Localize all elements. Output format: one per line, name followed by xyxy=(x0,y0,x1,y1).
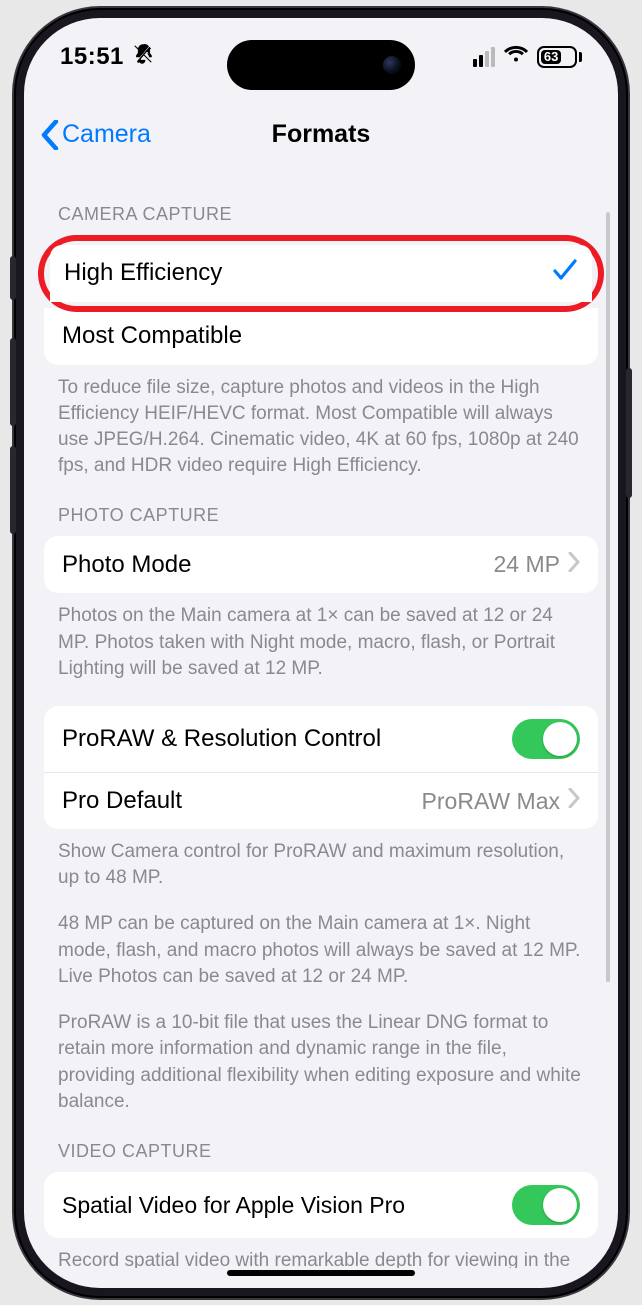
row-label: High Efficiency xyxy=(64,259,552,287)
row-label: Pro Default xyxy=(62,787,422,815)
chevron-right-icon xyxy=(568,551,580,579)
footer-proraw-3: ProRAW is a 10-bit file that uses the Li… xyxy=(24,996,618,1121)
front-camera-icon xyxy=(383,56,401,74)
side-button-volume-down xyxy=(10,446,16,534)
side-button-silence xyxy=(10,256,16,300)
group-proraw: ProRAW & Resolution Control Pro Default … xyxy=(44,706,598,829)
status-time: 15:51 xyxy=(60,43,124,71)
annotation-highlight: High Efficiency xyxy=(38,235,604,312)
screen: 15:51 63 Came xyxy=(24,18,618,1288)
cellular-signal-icon xyxy=(473,47,495,67)
footer-proraw-1: Show Camera control for ProRAW and maxim… xyxy=(24,829,618,897)
row-spatial-video[interactable]: Spatial Video for Apple Vision Pro xyxy=(44,1172,598,1238)
checkmark-icon xyxy=(552,258,578,289)
back-label: Camera xyxy=(62,120,151,149)
phone-frame: 15:51 63 Came xyxy=(14,8,628,1298)
row-label: Most Compatible xyxy=(62,322,580,350)
row-high-efficiency[interactable]: High Efficiency xyxy=(50,245,592,302)
group-video-capture: Spatial Video for Apple Vision Pro xyxy=(44,1172,598,1238)
row-value: ProRAW Max xyxy=(422,788,560,815)
chevron-right-icon xyxy=(568,787,580,815)
row-label: ProRAW & Resolution Control xyxy=(62,725,512,753)
footer-camera-capture: To reduce file size, capture photos and … xyxy=(24,365,618,486)
navigation-bar: Camera Formats xyxy=(24,106,618,164)
home-indicator[interactable] xyxy=(227,1270,415,1276)
group-camera-capture: Most Compatible xyxy=(44,308,598,365)
section-header-camera-capture: CAMERA CAPTURE xyxy=(24,178,618,235)
side-button-volume-up xyxy=(10,338,16,426)
section-header-photo-capture: PHOTO CAPTURE xyxy=(24,485,618,536)
section-header-video-capture: VIDEO CAPTURE xyxy=(24,1121,618,1172)
row-label: Photo Mode xyxy=(62,551,494,579)
group-photo-mode: Photo Mode 24 MP xyxy=(44,536,598,593)
footer-spatial-video: Record spatial video with remarkable dep… xyxy=(24,1238,618,1268)
row-most-compatible[interactable]: Most Compatible xyxy=(44,308,598,365)
footer-photo-mode: Photos on the Main camera at 1× can be s… xyxy=(24,593,618,688)
scrollbar[interactable] xyxy=(606,212,610,982)
toggle-switch-on[interactable] xyxy=(512,1185,580,1225)
back-button[interactable]: Camera xyxy=(40,120,151,150)
silent-mode-icon xyxy=(132,43,154,71)
row-proraw-control[interactable]: ProRAW & Resolution Control xyxy=(44,706,598,772)
side-button-power xyxy=(626,368,632,498)
content-scroll[interactable]: CAMERA CAPTURE High Efficiency Most Comp… xyxy=(24,168,618,1268)
row-pro-default[interactable]: Pro Default ProRAW Max xyxy=(44,772,598,829)
dynamic-island xyxy=(227,40,415,90)
row-value: 24 MP xyxy=(494,551,560,578)
footer-proraw-2: 48 MP can be captured on the Main camera… xyxy=(24,897,618,996)
row-photo-mode[interactable]: Photo Mode 24 MP xyxy=(44,536,598,593)
battery-icon: 63 xyxy=(537,46,582,68)
toggle-switch-on[interactable] xyxy=(512,719,580,759)
chevron-left-icon xyxy=(40,120,60,150)
row-label: Spatial Video for Apple Vision Pro xyxy=(62,1192,512,1219)
wifi-icon xyxy=(503,44,529,69)
